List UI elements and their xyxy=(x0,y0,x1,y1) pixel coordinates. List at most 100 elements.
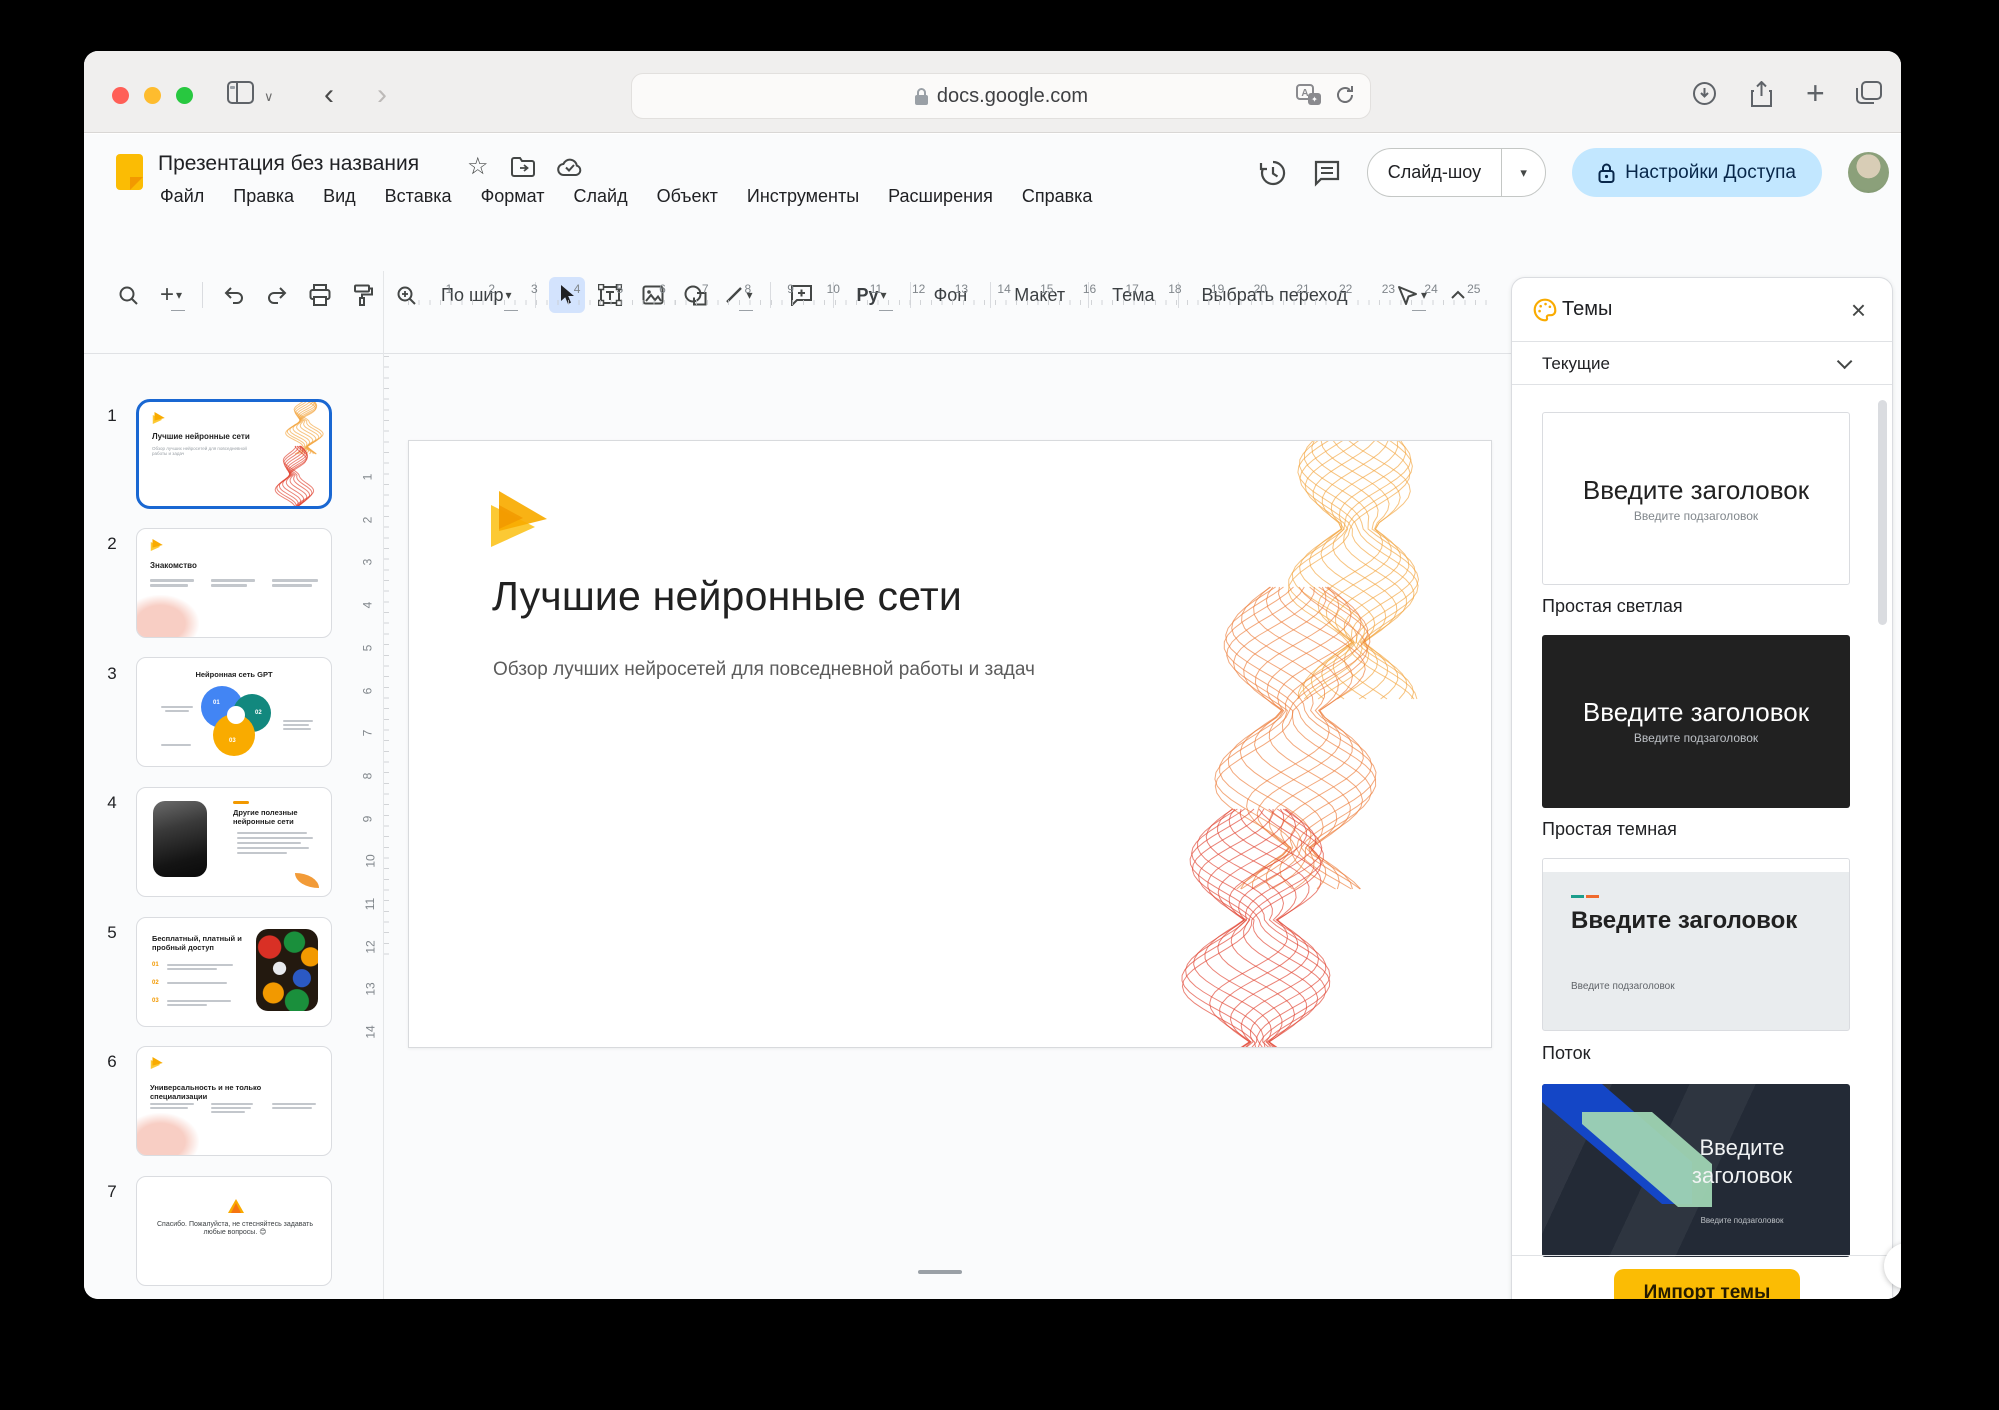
theme-label: Поток xyxy=(1542,1043,1590,1064)
theme-card-dark-diagonal[interactable]: Введите заголовок Введите подзаголовок xyxy=(1542,1084,1850,1257)
minimize-window-button[interactable] xyxy=(144,87,161,104)
slide-number: 6 xyxy=(100,1052,124,1072)
slides-file-icon[interactable] xyxy=(116,154,143,190)
panel-title: Темы xyxy=(1562,298,1612,321)
close-panel-icon[interactable]: × xyxy=(1851,300,1866,320)
paint-format-icon[interactable] xyxy=(345,277,381,313)
slide-number: 7 xyxy=(100,1182,124,1202)
presentation-logo xyxy=(489,491,551,547)
search-menus-icon[interactable] xyxy=(110,277,146,313)
browser-toolbar: ∨ ‹ › docs.google.com A✦ + xyxy=(84,51,1901,133)
translate-icon[interactable]: A✦ xyxy=(1296,84,1322,106)
comments-icon[interactable] xyxy=(1313,159,1341,187)
theme-label: Простая светлая xyxy=(1542,596,1683,617)
menu-edit[interactable]: Правка xyxy=(233,186,294,207)
slide-thumbnail-3[interactable]: Нейронная сеть GPT 01 02 03 xyxy=(136,657,332,767)
menu-object[interactable]: Объект xyxy=(657,186,718,207)
leaf-decoration xyxy=(295,873,319,888)
slide-thumbnail-1[interactable]: Лучшие нейронные сети Обзор лучших нейро… xyxy=(136,399,332,509)
slide-number: 5 xyxy=(100,923,124,943)
decorative-waves xyxy=(265,402,327,508)
pink-wave-decoration xyxy=(136,595,199,638)
menu-extensions[interactable]: Расширения xyxy=(888,186,993,207)
theme-card-flow[interactable]: Введите заголовок Введите подзаголовок xyxy=(1542,858,1850,1031)
version-history-icon[interactable] xyxy=(1259,159,1287,187)
back-button[interactable]: ‹ xyxy=(324,81,334,109)
svg-text:✦: ✦ xyxy=(1311,95,1318,104)
move-folder-icon[interactable] xyxy=(511,157,535,177)
menu-view[interactable]: Вид xyxy=(323,186,356,207)
slideshow-button-group: Слайд-шоу ▾ xyxy=(1367,148,1546,197)
lock-icon xyxy=(914,87,929,106)
screenshot-stage: ∨ ‹ › docs.google.com A✦ + xyxy=(0,0,1999,1410)
tabs-overview-icon[interactable] xyxy=(1856,81,1882,105)
slide-number: 1 xyxy=(100,406,124,426)
canvas-scrollbar[interactable] xyxy=(918,1270,962,1274)
mini-logo-icon xyxy=(150,539,164,551)
menu-file[interactable]: Файл xyxy=(160,186,204,207)
slides-app: Презентация без названия ☆ Файл Правка В… xyxy=(84,134,1901,1299)
slide-thumbnail-2[interactable]: Знакомство xyxy=(136,528,332,638)
traffic-lights xyxy=(112,87,193,104)
toolbar-divider xyxy=(84,353,1511,354)
theme-label: Простая темная xyxy=(1542,819,1677,840)
mini-logo-icon xyxy=(150,1057,164,1069)
downloads-icon[interactable] xyxy=(1692,81,1717,106)
svg-text:A: A xyxy=(1301,88,1308,99)
menu-help[interactable]: Справка xyxy=(1022,186,1093,207)
close-window-button[interactable] xyxy=(112,87,129,104)
slide-thumbnail-4[interactable]: Другие полезные нейронные сети xyxy=(136,787,332,897)
sidebar-icon[interactable] xyxy=(227,81,254,104)
menu-bar: Файл Правка Вид Вставка Формат Слайд Объ… xyxy=(160,186,1092,207)
sidebar-chevron-icon[interactable]: ∨ xyxy=(264,89,274,105)
menu-insert[interactable]: Вставка xyxy=(385,186,452,207)
mini-logo-icon xyxy=(152,412,166,424)
reload-icon[interactable] xyxy=(1334,84,1356,106)
slide-number: 3 xyxy=(100,664,124,684)
undo-icon[interactable] xyxy=(216,277,252,313)
vertical-ruler: 1234567891011121314 xyxy=(364,344,382,964)
mini-logo-icon xyxy=(228,1199,244,1213)
lock-icon xyxy=(1598,162,1615,184)
slide-title-text[interactable]: Лучшие нейронные сети xyxy=(492,573,962,620)
slide-thumbnail-6[interactable]: Универсальность и не только специализаци… xyxy=(136,1046,332,1156)
share-icon[interactable] xyxy=(1750,81,1773,108)
star-icon[interactable]: ☆ xyxy=(467,152,489,181)
cloud-saved-icon[interactable] xyxy=(557,157,583,177)
menu-format[interactable]: Формат xyxy=(481,186,545,207)
url-text: docs.google.com xyxy=(937,85,1088,108)
panel-scrollbar[interactable] xyxy=(1878,400,1887,625)
forward-button[interactable]: › xyxy=(377,81,387,109)
decorative-waves xyxy=(1167,440,1447,1048)
pink-wave-decoration xyxy=(136,1113,199,1156)
slide-thumbnail-5[interactable]: Бесплатный, платный и пробный доступ 01 … xyxy=(136,917,332,1027)
document-title[interactable]: Презентация без названия xyxy=(158,152,419,176)
themes-panel: Темы × Текущие Введите заголовок Введите… xyxy=(1511,277,1893,1299)
browser-window: ∨ ‹ › docs.google.com A✦ + xyxy=(84,51,1901,1299)
bull-photo xyxy=(153,801,207,877)
chevron-down-icon xyxy=(1837,354,1853,370)
account-avatar[interactable] xyxy=(1848,152,1889,193)
import-theme-button[interactable]: Импорт темы xyxy=(1614,1269,1800,1299)
palette-icon xyxy=(1532,297,1558,323)
new-tab-icon[interactable]: + xyxy=(1806,75,1825,112)
zoom-window-button[interactable] xyxy=(176,87,193,104)
slide-subtitle-text[interactable]: Обзор лучших нейросетей для повседневной… xyxy=(493,659,1035,681)
new-slide-button[interactable]: +▾ xyxy=(153,277,189,313)
share-button[interactable]: Настройки Доступа xyxy=(1572,148,1822,197)
address-bar[interactable]: docs.google.com A✦ xyxy=(631,73,1371,119)
slideshow-button[interactable]: Слайд-шоу xyxy=(1368,162,1501,183)
redo-icon[interactable] xyxy=(259,277,295,313)
menu-slide[interactable]: Слайд xyxy=(574,186,628,207)
theme-card-simple-dark[interactable]: Введите заголовок Введите подзаголовок xyxy=(1542,635,1850,808)
slide-number: 4 xyxy=(100,793,124,813)
theme-card-simple-light[interactable]: Введите заголовок Введите подзаголовок xyxy=(1542,412,1850,585)
slideshow-dropdown[interactable]: ▾ xyxy=(1501,149,1545,196)
slide-canvas[interactable]: Лучшие нейронные сети Обзор лучших нейро… xyxy=(408,440,1492,1048)
slide-thumbnail-7[interactable]: Спасибо. Пожалуйста, не стесняйтесь зада… xyxy=(136,1176,332,1286)
print-icon[interactable] xyxy=(302,277,338,313)
gears-photo xyxy=(256,929,318,1011)
slide-number: 2 xyxy=(100,534,124,554)
themes-section-row[interactable]: Текущие xyxy=(1512,343,1892,385)
menu-tools[interactable]: Инструменты xyxy=(747,186,859,207)
